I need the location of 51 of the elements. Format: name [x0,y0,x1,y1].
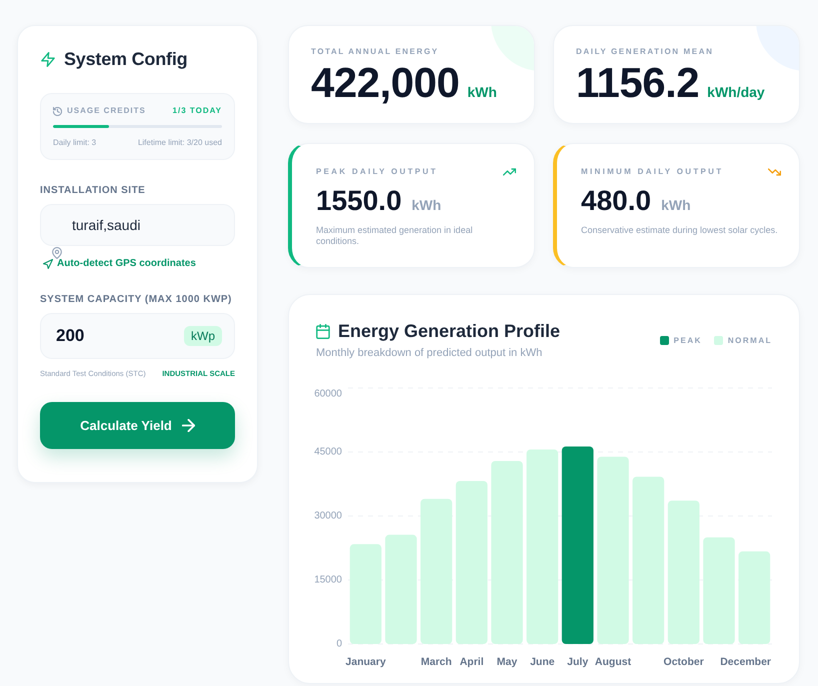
trending-down-icon [768,168,781,176]
y-axis-label: 60000 [314,388,342,400]
field-label: INSTALLATION SITE [40,185,146,197]
x-axis-label: March [420,656,452,668]
y-axis-label: 15000 [314,574,342,586]
location-input[interactable]: turaif,saudi [40,204,235,246]
x-axis-label: December [720,656,771,668]
daily-limit-text: Daily limit: 3 [53,138,96,148]
stat-value: 422,000 [311,61,460,105]
legend-label: NORMAL [728,336,772,346]
x-axis-label: October [664,656,704,668]
map-pin-icon [52,247,62,259]
output-description: Maximum estimated generation in ideal conditions. [316,225,474,247]
x-axis-label: April [460,656,484,668]
stat-unit: kWh/day [707,84,765,100]
output-description: Conservative estimate during lowest solar cycles. [581,225,779,236]
chart-subtitle: Monthly breakdown of predicted output in kWh [316,346,544,360]
chart-title: Energy Generation Profile [338,320,560,343]
arrow-right-icon [182,419,195,432]
stat-value: 1156.2 [576,61,700,105]
output-label: PEAK DAILY OUTPUT [316,167,438,177]
x-axis-label: August [594,656,632,668]
usage-label: USAGE CREDITS [67,106,146,116]
usage-count: 1/3 TODAY [172,106,222,116]
output-unit: kWh [412,197,442,213]
stat-label: DAILY GENERATION MEAN [576,47,714,57]
x-axis-label: June [530,656,555,668]
navigation-icon [43,259,53,269]
x-axis-label: May [496,656,518,668]
x-axis-label: July [567,656,588,668]
panel-title: System Config [64,48,188,71]
output-unit: kWh [661,197,691,213]
y-axis-label: 45000 [314,446,342,458]
output-value: 480.0 [581,185,652,217]
output-label: MINIMUM DAILY OUTPUT [581,167,724,177]
gps-link[interactable]: Auto-detect GPS coordinates [43,258,196,270]
x-axis-label: January [346,656,386,668]
legend-label: PEAK [674,336,702,346]
output-value: 1550.0 [316,185,402,217]
stat-label: TOTAL ANNUAL ENERGY [311,47,440,57]
trending-up-icon [503,168,516,176]
calculate-button[interactable]: Calculate Yield [40,402,235,449]
history-icon [53,106,62,116]
stat-unit: kWh [467,84,497,100]
unit-tag: kWp [184,326,222,346]
lifetime-limit-text: Lifetime limit: 3/20 used [138,138,222,148]
y-axis-label: 0 [336,638,342,650]
field-label: SYSTEM CAPACITY (MAX 1000 KWP) [40,294,233,306]
calendar-icon [316,324,330,338]
y-axis-label: 30000 [314,510,342,522]
lightning-icon [41,52,55,66]
